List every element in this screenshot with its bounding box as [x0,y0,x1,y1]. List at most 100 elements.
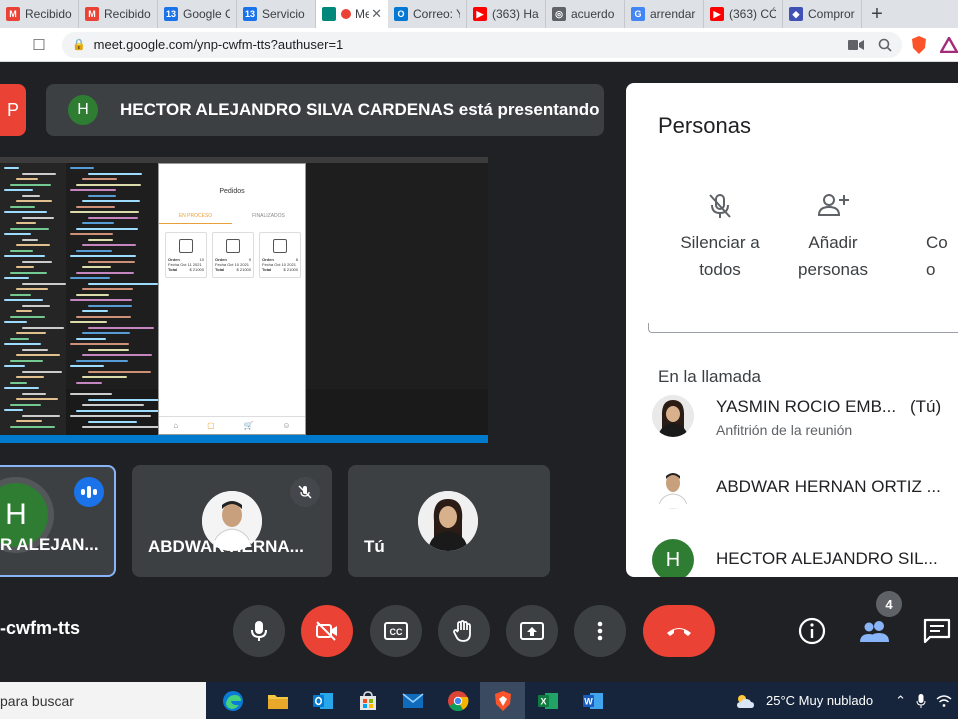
lock-icon[interactable]: 🔒 [72,38,86,51]
order-card: Orden 10 Fecha Oct 11 2021 Total $ 21000 [165,232,207,278]
tray-mic-icon[interactable] [916,693,926,709]
browser-tab[interactable]: ◆ Compror [783,0,862,28]
participant-tile-abdwar[interactable]: ABDWAR HERNA... [132,465,332,577]
brave-rewards-icon[interactable] [940,36,958,53]
person-avatar [652,395,694,437]
bookmark-icon[interactable]: ☐ [24,36,54,54]
tab-title: arrendar [650,7,696,21]
omnibox[interactable]: 🔒 meet.google.com/ynp-cwfm-tts?authuser=… [61,31,903,58]
third-action-button[interactable]: Co o [926,191,958,283]
add-people-label-1: Añadir [808,233,858,252]
file-explorer-taskbar-icon[interactable] [255,682,300,719]
people-panel: Personas Silenciar a todos Añadir person… [626,83,958,577]
person-row-abdwar[interactable]: ABDWAR HERNAN ORTIZ ... [652,463,958,513]
browser-tab[interactable]: M Recibido [0,0,79,28]
brave-shield-icon[interactable] [910,35,928,55]
new-tab-button[interactable]: + [862,0,892,28]
browser-tab[interactable]: ◎ acuerdo [546,0,625,28]
meeting-code[interactable]: -cwfm-tts [0,618,80,639]
person-avatar: H [652,539,694,577]
tab-title: Recibido [25,7,72,21]
person-role: Anfitrión de la reunión [716,422,853,438]
code-line [70,255,136,257]
leave-call-button[interactable] [643,605,715,657]
mute-all-label-1: Silenciar a [680,233,760,252]
browser-tab[interactable]: Me ✕ [316,0,388,28]
code-line [70,299,133,301]
code-line [10,249,33,252]
weather-icon[interactable] [734,693,756,709]
browser-tab[interactable]: ▶ (363) CÓ [704,0,783,28]
outlook-taskbar-icon[interactable] [300,682,345,719]
chevron-up-icon[interactable]: ⌃ [895,693,906,709]
word-taskbar-icon[interactable]: W [570,682,615,719]
more-options-button[interactable] [574,605,626,657]
address-bar-row: ☐ 🔒 meet.google.com/ynp-cwfm-tts?authuse… [0,28,958,62]
hang-up-icon [667,628,691,636]
browser-tab[interactable]: M Recibido [79,0,158,28]
code-line [82,200,140,202]
chat-button[interactable] [918,612,956,650]
mute-all-button[interactable]: Silenciar a todos [650,191,790,283]
people-button[interactable] [856,612,894,650]
person-row-yasmin[interactable]: YASMIN ROCIO EMB... (Tú) Anfitrión de la… [652,391,958,441]
browser-tab[interactable]: 13 Google C [158,0,237,28]
edge-taskbar-icon[interactable] [210,682,255,719]
camera-toggle-button[interactable] [301,605,353,657]
code-line [22,348,48,351]
speaking-indicator-icon [74,477,104,507]
browser-tab[interactable]: 13 Servicio [237,0,316,28]
chrome-taskbar-icon[interactable] [435,682,480,719]
participant-name: ABDWAR HERNA... [148,537,304,556]
tab-title: acuerdo [571,7,615,21]
shared-screen[interactable]: Pedidos EN PROCESO FINALIZADOS Orden 10 Fe… [0,157,488,443]
browser-tab[interactable]: Garrendar [625,0,704,28]
code-line [4,255,45,257]
code-line [70,321,107,323]
meeting-details-button[interactable] [793,612,831,650]
zoom-icon[interactable] [878,38,892,52]
present-screen-button[interactable] [506,605,558,657]
taskbar-search[interactable]: para buscar [0,682,206,719]
wifi-icon[interactable] [936,694,952,708]
raise-hand-button[interactable] [438,605,490,657]
app-title: Pedidos [219,188,245,195]
system-tray: 25°C Muy nublado ⌃ [734,693,958,709]
weather-text[interactable]: 25°C Muy nublado [766,693,873,708]
browser-tab[interactable]: O Correo: Y [388,0,467,28]
close-tab-icon[interactable]: ✕ [371,6,382,22]
person-row-hector[interactable]: H HECTOR ALEJANDRO SIL... [652,535,958,577]
total-value: $ 21000 [236,267,251,272]
brave-taskbar-icon[interactable] [480,682,525,719]
store-taskbar-icon[interactable] [345,682,390,719]
ide-file-explorer [0,163,66,435]
chat-icon [923,618,951,644]
code-line [4,321,27,323]
participant-tile-hector[interactable]: H R ALEJAN... [0,465,116,577]
mute-all-label-2: todos [699,260,741,279]
meet-stage: P H HECTOR ALEJANDRO SILVA CARDENAS está… [0,62,958,682]
code-line [10,359,43,362]
code-line [76,271,135,274]
ide-status-bar [0,435,488,443]
camera-icon[interactable] [848,39,865,51]
mail-taskbar-icon[interactable] [390,682,435,719]
third-action-label-1: Co [926,233,948,252]
code-line [88,238,113,241]
url-text: meet.google.com/ynp-cwfm-tts?authuser=1 [93,37,344,52]
captions-button[interactable]: CC [370,605,422,657]
code-line [16,288,48,290]
excel-taskbar-icon[interactable]: X [525,682,570,719]
app-tab-finalizados: FINALIZADOS [252,213,285,219]
code-line [4,409,23,411]
self-preview-chip[interactable]: P [0,84,26,136]
person-name: YASMIN ROCIO EMB... [716,397,897,416]
code-line [88,194,116,197]
participant-tile-self[interactable]: Tú [348,465,550,577]
code-line [70,415,152,417]
browser-tab[interactable]: ▶ (363) Har [467,0,546,28]
code-line [10,315,45,318]
mic-button[interactable] [233,605,285,657]
tab-title: Correo: Y [413,7,460,21]
add-people-button[interactable]: Añadir personas [778,191,888,283]
